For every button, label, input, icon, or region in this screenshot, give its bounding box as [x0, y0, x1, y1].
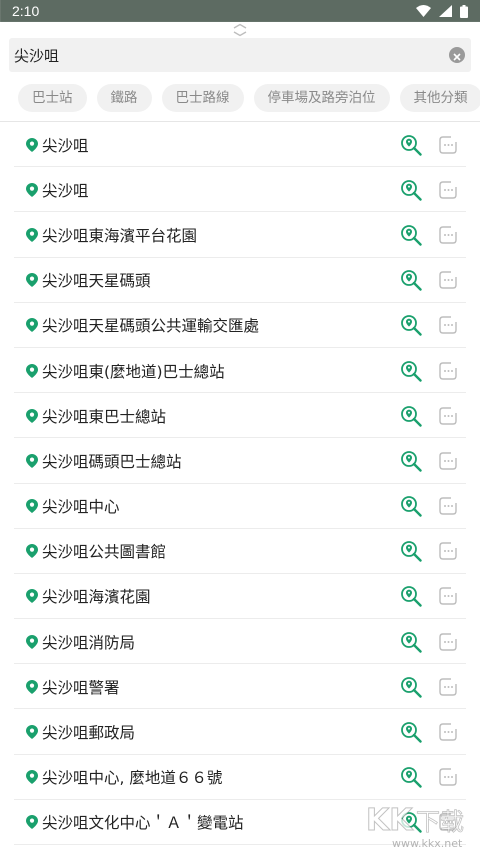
location-pin-icon — [26, 725, 38, 740]
locate-on-map-icon[interactable] — [400, 405, 422, 427]
more-options-icon[interactable] — [438, 722, 458, 742]
location-pin-icon — [26, 182, 38, 197]
location-pin-icon — [26, 363, 38, 378]
list-item-label: 尖沙咀警署 — [42, 678, 120, 697]
list-item[interactable]: 尖沙咀東巴士總站 — [0, 393, 480, 439]
more-options-icon[interactable] — [438, 270, 458, 290]
list-item-label: 尖沙咀東海濱平台花園 — [42, 226, 198, 245]
results-list: 尖沙咀 尖沙咀 尖沙咀東海濱平台花園 尖沙咀天星碼頭 尖沙咀天星碼頭公共運輸交匯… — [0, 122, 480, 846]
chip-bus-route[interactable]: 巴士路線 — [161, 84, 244, 112]
list-item[interactable]: 尖沙咀 — [0, 122, 480, 168]
locate-on-map-icon[interactable] — [400, 676, 422, 698]
more-options-icon[interactable] — [438, 225, 458, 245]
list-item-label: 尖沙咀郵政局 — [42, 724, 136, 743]
list-item[interactable]: 尖沙咀公共圖書館 — [0, 529, 480, 575]
location-pin-icon — [26, 679, 38, 694]
list-item-label: 尖沙咀碼頭巴士總站 — [42, 452, 182, 471]
list-item-label: 尖沙咀中心, 麼地道６６號 — [42, 769, 223, 788]
chip-railway[interactable]: 鐵路 — [96, 84, 152, 112]
locate-on-map-icon[interactable] — [400, 811, 422, 834]
more-options-icon[interactable] — [438, 496, 458, 516]
more-options-icon[interactable] — [438, 361, 458, 381]
more-options-icon[interactable] — [438, 812, 458, 832]
list-item[interactable]: 尖沙咀中心 — [0, 484, 480, 529]
location-pin-icon — [26, 815, 38, 830]
category-chips: 巴士站 鐵路 巴士路線 停車場及路旁泊位 其他分類 — [18, 84, 480, 114]
list-item[interactable]: 尖沙咀東(麼地道)巴士總站 — [0, 348, 480, 394]
location-pin-icon — [26, 499, 38, 514]
status-icons — [416, 4, 468, 18]
list-item[interactable]: 尖沙咀文化中心＇Ａ＇變電站 — [0, 800, 480, 846]
list-item[interactable]: 尖沙咀天星碼頭 — [0, 258, 480, 303]
more-options-icon[interactable] — [438, 541, 458, 561]
location-pin-icon — [26, 137, 38, 152]
more-options-icon[interactable] — [438, 451, 458, 471]
more-options-icon[interactable] — [438, 586, 458, 606]
locate-on-map-icon[interactable] — [400, 360, 422, 382]
location-pin-icon — [26, 770, 38, 785]
status-time: 2:10 — [12, 3, 40, 19]
more-options-icon[interactable] — [438, 180, 458, 200]
list-item[interactable]: 尖沙咀碼頭巴士總站 — [0, 438, 480, 484]
list-item[interactable]: 尖沙咀中心, 麼地道６６號 — [0, 755, 480, 801]
locate-on-map-icon[interactable] — [400, 766, 422, 788]
list-item-label: 尖沙咀東巴士總站 — [42, 407, 167, 426]
wifi-icon — [416, 5, 431, 17]
location-pin-icon — [26, 227, 38, 242]
more-options-icon[interactable] — [438, 767, 458, 787]
clear-search-button[interactable] — [449, 47, 465, 63]
list-item-label: 尖沙咀海濱花園 — [42, 588, 151, 607]
locate-on-map-icon[interactable] — [400, 721, 422, 743]
signal-icon — [439, 5, 452, 17]
chip-bus-stop[interactable]: 巴士站 — [18, 84, 87, 112]
list-item-label: 尖沙咀 — [42, 136, 89, 155]
battery-icon — [460, 4, 468, 18]
list-item[interactable]: 尖沙咀消防局 — [0, 619, 480, 665]
more-options-icon[interactable] — [438, 315, 458, 335]
locate-on-map-icon[interactable] — [400, 631, 422, 653]
location-pin-icon — [26, 544, 38, 559]
chip-parking[interactable]: 停車場及路旁泊位 — [253, 84, 390, 112]
list-item[interactable]: 尖沙咀海濱花園 — [0, 574, 480, 620]
list-item-label: 尖沙咀 — [42, 181, 89, 200]
list-item-label: 尖沙咀中心 — [42, 498, 120, 517]
more-options-icon[interactable] — [438, 632, 458, 652]
list-item-label: 尖沙咀天星碼頭 — [42, 272, 151, 291]
list-item-label: 尖沙咀公共圖書館 — [42, 543, 167, 562]
more-options-icon[interactable] — [438, 135, 458, 155]
locate-on-map-icon[interactable] — [400, 495, 422, 517]
search-input[interactable] — [14, 40, 449, 70]
location-pin-icon — [26, 273, 38, 288]
location-pin-icon — [26, 589, 38, 604]
list-item[interactable]: 尖沙咀 — [0, 167, 480, 213]
more-options-icon[interactable] — [438, 677, 458, 697]
locate-on-map-icon[interactable] — [400, 585, 422, 608]
list-item[interactable]: 尖沙咀警署 — [0, 664, 480, 710]
list-item-label: 尖沙咀消防局 — [42, 633, 136, 652]
list-item-label: 尖沙咀文化中心＇Ａ＇變電站 — [42, 814, 244, 833]
more-options-icon[interactable] — [438, 406, 458, 426]
locate-on-map-icon[interactable] — [400, 134, 422, 156]
list-item-label: 尖沙咀天星碼頭公共運輸交匯處 — [42, 317, 260, 336]
location-pin-icon — [26, 318, 38, 333]
locate-on-map-icon[interactable] — [400, 269, 422, 291]
status-bar: 2:10 — [0, 0, 480, 22]
locate-on-map-icon[interactable] — [400, 314, 422, 337]
list-item[interactable]: 尖沙咀郵政局 — [0, 709, 480, 755]
locate-on-map-icon[interactable] — [400, 450, 422, 472]
chip-other[interactable]: 其他分類 — [399, 84, 480, 112]
location-pin-icon — [26, 408, 38, 423]
locate-on-map-icon[interactable] — [400, 179, 422, 201]
search-bar — [9, 38, 471, 72]
location-pin-icon — [26, 453, 38, 468]
locate-on-map-icon[interactable] — [400, 224, 422, 246]
close-icon — [453, 46, 461, 65]
location-pin-icon — [26, 634, 38, 649]
locate-on-map-icon[interactable] — [400, 540, 422, 562]
list-item[interactable]: 尖沙咀天星碼頭公共運輸交匯處 — [0, 303, 480, 349]
list-item[interactable]: 尖沙咀東海濱平台花園 — [0, 212, 480, 258]
list-item-label: 尖沙咀東(麼地道)巴士總站 — [42, 362, 225, 381]
